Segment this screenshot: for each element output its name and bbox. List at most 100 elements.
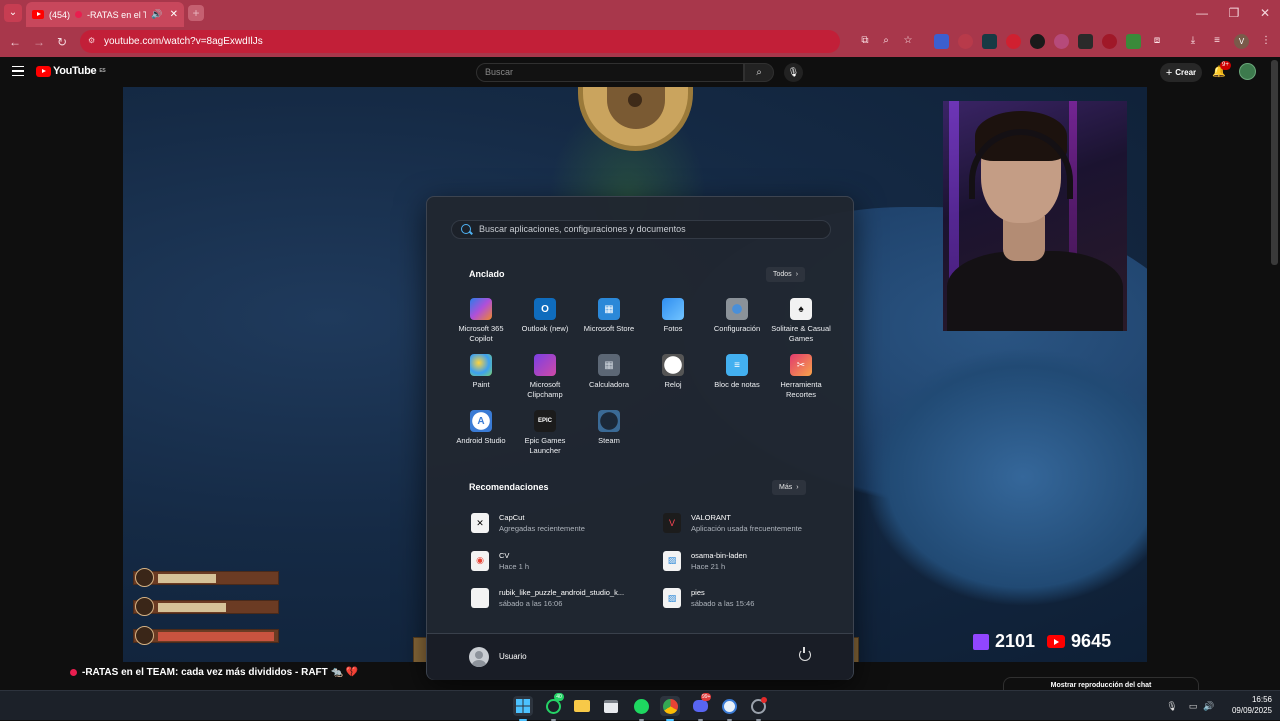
site-info-icon[interactable]: ⚙ <box>88 36 98 46</box>
viewer-counts: 2101 9645 <box>973 631 1111 652</box>
discord-taskbar-button[interactable]: 99+ <box>690 693 712 721</box>
pinned-app[interactable]: EPIC Epic Games Launcher <box>513 410 577 456</box>
chrome-taskbar-button[interactable] <box>660 696 680 721</box>
recommended-item[interactable]: ◉ CV Hace 1 h <box>471 546 651 576</box>
page-scrollbar[interactable] <box>1271 60 1278 265</box>
install-app-icon[interactable]: ⧉ <box>858 34 872 48</box>
recommended-item[interactable]: ▨ pies sábado a las 15:46 <box>663 583 843 613</box>
youtube-logo[interactable]: YouTube ES <box>36 65 106 77</box>
pinned-app[interactable]: ▦ Microsoft Store <box>577 298 641 334</box>
address-bar[interactable]: ⚙ youtube.com/watch?v=8agExwdIlJs <box>80 30 840 53</box>
pinned-app-label: Herramienta Recortes <box>780 380 822 399</box>
pinned-app[interactable]: Fotos <box>641 298 705 334</box>
user-avatar-icon[interactable] <box>469 647 489 667</box>
zoom-icon[interactable]: ⌕ <box>879 34 893 48</box>
recommended-item[interactable]: V VALORANT Aplicación usada frecuentemente <box>663 508 843 538</box>
new-tab-button[interactable]: + <box>188 5 204 21</box>
spotify-taskbar-button[interactable] <box>631 696 651 721</box>
store-bag-icon <box>604 699 618 713</box>
close-window-button[interactable]: ✕ <box>1249 0 1280 27</box>
extension-icon[interactable] <box>1078 34 1093 49</box>
browser-menu-icon[interactable]: ⋮ <box>1259 34 1273 48</box>
pinned-app[interactable]: ≡ Bloc de notas <box>705 354 769 390</box>
speaker-icon[interactable]: 🔊 <box>151 9 162 20</box>
downloads-icon[interactable]: ⤓ <box>1186 34 1200 48</box>
create-button[interactable]: + Crear <box>1160 63 1202 82</box>
user-name[interactable]: Usuario <box>499 652 527 661</box>
outlook-icon: O <box>534 298 556 320</box>
back-icon[interactable]: ← <box>7 34 23 50</box>
network-icon[interactable]: ▭ <box>1187 700 1199 712</box>
extension-icon[interactable] <box>1054 34 1069 49</box>
pinned-app[interactable]: Paint <box>449 354 513 390</box>
pinned-app[interactable]: ▦ Calculadora <box>577 354 641 390</box>
pinned-app[interactable]: ✂ Herramienta Recortes <box>769 354 833 400</box>
maximize-button[interactable]: ❐ <box>1218 0 1250 27</box>
voice-search-icon[interactable]: 🎙 <box>784 63 803 82</box>
pinned-app[interactable]: Reloj <box>641 354 705 390</box>
volume-icon[interactable]: 🔊 <box>1203 700 1215 712</box>
minimize-button[interactable]: — <box>1186 0 1218 27</box>
pinned-app[interactable]: A Android Studio <box>449 410 513 446</box>
settings-icon <box>726 298 748 320</box>
forward-icon[interactable]: → <box>31 34 47 50</box>
extension-icon[interactable] <box>1126 34 1141 49</box>
reading-list-icon[interactable]: ≡ <box>1210 34 1224 48</box>
file-explorer-taskbar-button[interactable] <box>572 696 592 716</box>
app-taskbar-button[interactable] <box>748 696 768 721</box>
recommended-item[interactable]: ▨ osama-bin-laden Hace 21 h <box>663 546 843 576</box>
extension-icon[interactable] <box>1102 34 1117 49</box>
extension-icon[interactable] <box>1006 34 1021 49</box>
capcut-icon: ✕ <box>471 513 489 533</box>
health-bar <box>133 629 279 643</box>
pinned-app[interactable]: O Outlook (new) <box>513 298 577 334</box>
android-studio-taskbar-button[interactable] <box>719 696 739 721</box>
search-input[interactable]: Buscar <box>476 63 744 82</box>
menu-icon[interactable] <box>12 66 24 76</box>
start-search-input[interactable]: Buscar aplicaciones, configuraciones y d… <box>451 220 831 239</box>
live-dot-icon <box>70 669 77 676</box>
taskbar-clock[interactable]: 16:56 09/09/2025 <box>1222 694 1272 716</box>
clipchamp-icon <box>534 354 556 376</box>
clock-date: 09/09/2025 <box>1231 706 1272 715</box>
store-taskbar-button[interactable] <box>601 696 621 716</box>
browser-toolbar: ← → ↻ ⚙ youtube.com/watch?v=8agExwdIlJs … <box>0 27 1280 57</box>
pinned-app[interactable]: Steam <box>577 410 641 446</box>
start-button[interactable] <box>513 696 533 721</box>
more-button[interactable]: Más › <box>772 480 806 495</box>
extension-icon[interactable] <box>958 34 973 49</box>
all-apps-button[interactable]: Todos › <box>766 267 806 282</box>
extensions-puzzle-icon[interactable]: ⧈ <box>1150 34 1164 48</box>
extension-icon[interactable] <box>982 34 997 49</box>
pinned-app[interactable]: ♠ Solitaire & Casual Games <box>769 298 833 344</box>
pinned-app[interactable]: Microsoft Clipchamp <box>513 354 577 400</box>
tab-search-button[interactable]: ⌄ <box>4 4 22 22</box>
bookmark-star-icon[interactable]: ☆ <box>901 34 915 48</box>
whatsapp-taskbar-button[interactable]: 40 <box>543 693 564 721</box>
webcam-overlay <box>943 101 1127 331</box>
search-button[interactable]: ⌕ <box>744 63 774 82</box>
pinned-app-label: Calculadora <box>588 380 630 389</box>
recommended-item[interactable]: ✕ CapCut Agregadas recientemente <box>471 508 651 538</box>
youtube-viewer-count: 9645 <box>1071 631 1112 651</box>
browser-tab-active[interactable]: (454) -RATAS en el TEAM 🔊 ✕ <box>26 2 184 27</box>
profile-avatar-icon[interactable]: V <box>1234 34 1249 49</box>
paint-icon <box>470 354 492 376</box>
image-file-icon: ▨ <box>663 588 681 608</box>
recommended-item[interactable]: rubik_like_puzzle_android_studio_k... sáb… <box>471 583 651 613</box>
heart-icon <box>135 626 154 645</box>
notepad-icon: ≡ <box>726 354 748 376</box>
youtube-favicon-icon <box>32 10 44 19</box>
tab-close-icon[interactable]: ✕ <box>170 9 178 20</box>
pinned-app[interactable]: Configuración <box>705 298 769 334</box>
avatar[interactable] <box>1239 63 1256 80</box>
power-icon[interactable] <box>799 647 811 661</box>
microphone-icon[interactable]: 🎙 <box>1166 700 1178 712</box>
reload-icon[interactable]: ↻ <box>54 34 70 50</box>
thirst-bar <box>133 571 279 585</box>
extension-icon[interactable] <box>934 34 949 49</box>
chevron-right-icon: › <box>796 484 799 491</box>
pinned-app[interactable]: Microsoft 365 Copilot <box>449 298 513 344</box>
extension-icon[interactable] <box>1030 34 1045 49</box>
notifications-bell-icon[interactable]: 🔔 9+ <box>1211 61 1231 80</box>
